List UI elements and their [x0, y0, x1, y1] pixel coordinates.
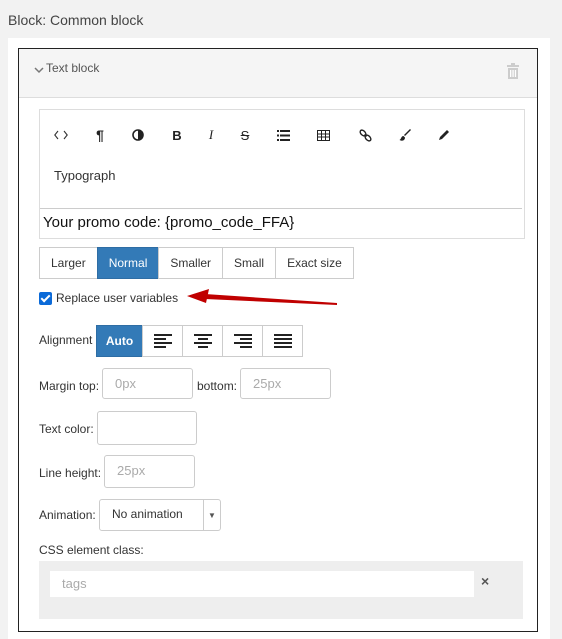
- css-class-field: tags ×: [39, 561, 523, 619]
- align-left-icon: [153, 334, 172, 348]
- paragraph-icon[interactable]: ¶: [89, 124, 111, 146]
- align-justify-button[interactable]: [262, 325, 303, 357]
- brush-icon[interactable]: [394, 124, 416, 146]
- block-container: Text block ¶ B I S Typograph Your promo …: [8, 38, 550, 639]
- italic-icon[interactable]: I: [200, 124, 222, 146]
- line-height-input[interactable]: 25px: [104, 455, 195, 488]
- font-size-group: Larger Normal Smaller Small Exact size: [39, 247, 354, 279]
- animation-select-value: No animation: [112, 507, 183, 521]
- align-right-button[interactable]: [222, 325, 262, 357]
- annotation-arrow: [187, 289, 337, 305]
- margin-bottom-input[interactable]: 25px: [240, 368, 331, 399]
- clear-icon[interactable]: ×: [481, 573, 489, 589]
- alignment-label: Alignment: [39, 333, 93, 347]
- text-block-panel: Text block ¶ B I S Typograph Your promo …: [18, 48, 538, 632]
- css-class-label: CSS element class:: [39, 543, 144, 557]
- margin-top-label: Margin top:: [39, 379, 100, 393]
- bold-icon[interactable]: B: [166, 124, 188, 146]
- caret-down-icon: ▼: [203, 500, 220, 530]
- size-normal-button[interactable]: Normal: [96, 247, 159, 279]
- animation-select[interactable]: No animation ▼: [99, 499, 221, 531]
- size-small-button[interactable]: Small: [222, 247, 276, 279]
- align-justify-icon: [273, 334, 292, 348]
- size-larger-button[interactable]: Larger: [39, 247, 97, 279]
- margin-top-input[interactable]: 0px: [102, 368, 193, 399]
- replace-variables-row: Replace user variables: [39, 291, 178, 305]
- align-right-icon: [233, 334, 252, 348]
- size-exact-button[interactable]: Exact size: [275, 247, 354, 279]
- strikethrough-icon[interactable]: S: [234, 124, 256, 146]
- panel-title: Text block: [46, 61, 100, 75]
- editor-content[interactable]: Your promo code: {promo_code_FFA}: [43, 214, 294, 231]
- line-height-label: Line height:: [39, 466, 102, 480]
- text-color-input[interactable]: [97, 411, 197, 445]
- size-smaller-button[interactable]: Smaller: [158, 247, 223, 279]
- trash-icon[interactable]: [507, 63, 519, 79]
- editor-toolbar: ¶ B I S Typograph: [40, 110, 522, 209]
- contrast-icon[interactable]: [127, 124, 149, 146]
- replace-variables-label[interactable]: Replace user variables: [56, 291, 178, 305]
- align-left-button[interactable]: [142, 325, 182, 357]
- code-icon[interactable]: [50, 124, 72, 146]
- block-title: Block: Common block: [8, 12, 144, 28]
- tags-input[interactable]: tags: [50, 571, 474, 597]
- list-icon[interactable]: [272, 124, 294, 146]
- alignment-group: Auto: [96, 325, 303, 357]
- table-icon[interactable]: [312, 124, 334, 146]
- link-icon[interactable]: [354, 124, 376, 146]
- align-center-button[interactable]: [182, 325, 222, 357]
- typograph-button[interactable]: Typograph: [54, 168, 115, 183]
- chevron-down-icon[interactable]: [33, 64, 45, 76]
- text-color-label: Text color:: [39, 422, 94, 436]
- rich-text-editor: ¶ B I S Typograph Your promo code: {prom…: [39, 109, 525, 239]
- align-auto-button[interactable]: Auto: [96, 325, 142, 357]
- animation-label: Animation:: [39, 508, 96, 522]
- replace-variables-checkbox[interactable]: [39, 291, 52, 305]
- pencil-icon[interactable]: [433, 124, 455, 146]
- margin-bottom-label: bottom:: [197, 379, 238, 393]
- panel-header[interactable]: Text block: [19, 49, 537, 98]
- align-center-icon: [193, 334, 212, 348]
